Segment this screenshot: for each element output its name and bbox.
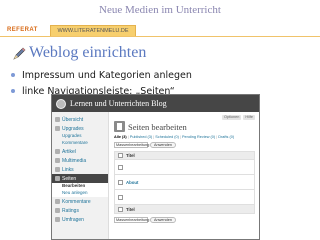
screen-options-row: Optionen Hilfe: [114, 115, 255, 120]
bullet-icon: [11, 89, 15, 93]
heading-text: Weblog einrichten: [29, 44, 147, 61]
filter-scheduled[interactable]: Scheduled (0): [155, 135, 179, 139]
bulk-actions-row-bottom: Massenbearbeitung Anwenden: [114, 217, 255, 223]
link-icon: [55, 167, 60, 172]
sidebar-item-label: Kommentare: [62, 198, 91, 205]
pages-table: Titel About Titel: [114, 151, 255, 214]
referat-tag: REFERAT: [7, 27, 38, 33]
section-heading: Weblog einrichten: [12, 44, 146, 62]
wordpress-screenshot: Lernen und Unterrichten Blog Übersicht U…: [51, 94, 260, 240]
pages-icon: [55, 176, 60, 181]
slide-title: Neue Medien im Unterricht: [99, 4, 221, 16]
list-item: Impressum und Kategorien anlegen: [11, 67, 301, 83]
blog-name[interactable]: Lernen und Unterrichten Blog: [70, 99, 167, 108]
sidebar-item-label: Multimedia: [62, 157, 87, 164]
filter-published[interactable]: Published (3): [130, 135, 152, 139]
pencil-icon: [12, 46, 27, 61]
table-header: Titel: [115, 152, 254, 160]
submenu-item-kommentare[interactable]: Kommentare: [52, 140, 108, 147]
sidebar-item-uebersicht[interactable]: Übersicht: [52, 115, 108, 124]
row-checkbox[interactable]: [118, 194, 123, 200]
status-filters: Alle (3) | Published (3) | Scheduled (0)…: [114, 135, 255, 139]
page-title-link[interactable]: About: [126, 180, 138, 185]
bulk-actions-row: Massenbearbeitung Anwenden: [114, 142, 255, 148]
filter-pending[interactable]: Pending Review (0): [182, 135, 215, 139]
pages-icon: [114, 121, 125, 132]
pin-icon: [55, 149, 60, 154]
filter-all[interactable]: Alle (3): [114, 135, 127, 139]
sidebar-item-label: Seiten: [62, 175, 77, 182]
polls-icon: [55, 217, 60, 222]
apply-button[interactable]: Anwenden: [150, 142, 176, 148]
wordpress-logo-icon[interactable]: [56, 98, 66, 109]
submenu-item-neu-anlegen[interactable]: Neu anlegen: [52, 190, 108, 197]
select-all-checkbox[interactable]: [118, 206, 123, 212]
submenu-item-bearbeiten[interactable]: Bearbeiten: [52, 183, 108, 190]
sidebar-item-artikel[interactable]: Artikel: [52, 147, 108, 156]
sidebar-item-upgrades[interactable]: Upgrades: [52, 124, 108, 133]
header-divider: [0, 36, 320, 37]
url-tab[interactable]: WWW.LITERATENMELU.DE: [50, 25, 136, 36]
sidebar-item-multimedia[interactable]: Multimedia: [52, 156, 108, 165]
comments-icon: [55, 199, 60, 204]
sidebar-item-label: Ratings: [62, 207, 79, 214]
bulk-action-select[interactable]: Massenbearbeitung: [114, 142, 149, 148]
title-column-header[interactable]: Titel: [126, 153, 135, 158]
dashboard-icon: [55, 117, 60, 122]
table-footer: Titel: [115, 205, 254, 213]
screen-options-button[interactable]: Optionen: [221, 115, 242, 120]
table-row[interactable]: About: [115, 175, 254, 190]
row-checkbox[interactable]: [118, 179, 123, 185]
sidebar-item-seiten[interactable]: Seiten: [52, 174, 108, 183]
sidebar-item-umfragen[interactable]: Umfragen: [52, 215, 108, 224]
sidebar-item-links[interactable]: Links: [52, 165, 108, 174]
bulk-action-select[interactable]: Massenbearbeitung: [114, 217, 149, 223]
filter-drafts[interactable]: Drafts (0): [218, 135, 234, 139]
help-button[interactable]: Hilfe: [243, 115, 255, 120]
wp-main-content: Optionen Hilfe Seiten bearbeiten Alle (3…: [110, 112, 259, 239]
sidebar-item-kommentare[interactable]: Kommentare: [52, 197, 108, 206]
ratings-icon: [55, 208, 60, 213]
submenu-item-upgrades[interactable]: Upgrades: [52, 133, 108, 140]
wp-admin-header: Lernen und Unterrichten Blog: [52, 95, 259, 112]
table-row[interactable]: [115, 190, 254, 205]
table-row[interactable]: [115, 160, 254, 175]
page-title: Seiten bearbeiten: [128, 121, 187, 132]
media-icon: [55, 158, 60, 163]
bullet-text: Impressum und Kategorien anlegen: [22, 69, 192, 81]
wp-sidebar-menu: Übersicht Upgrades Upgrades Kommentare A…: [52, 112, 109, 239]
title-column-footer[interactable]: Titel: [126, 207, 135, 212]
sidebar-item-label: Upgrades: [62, 125, 84, 132]
select-all-checkbox[interactable]: [118, 153, 123, 158]
apply-button[interactable]: Anwenden: [150, 217, 176, 223]
sidebar-item-label: Links: [62, 166, 74, 173]
bullet-icon: [11, 73, 15, 77]
sidebar-item-label: Artikel: [62, 148, 76, 155]
sidebar-item-label: Umfragen: [62, 216, 84, 223]
sidebar-item-ratings[interactable]: Ratings: [52, 206, 108, 215]
sidebar-item-label: Übersicht: [62, 116, 84, 123]
seiten-submenu: Bearbeiten Neu anlegen: [52, 183, 108, 197]
page-title-row: Seiten bearbeiten: [114, 121, 255, 132]
upgrade-icon: [55, 126, 60, 131]
row-checkbox[interactable]: [118, 164, 123, 170]
